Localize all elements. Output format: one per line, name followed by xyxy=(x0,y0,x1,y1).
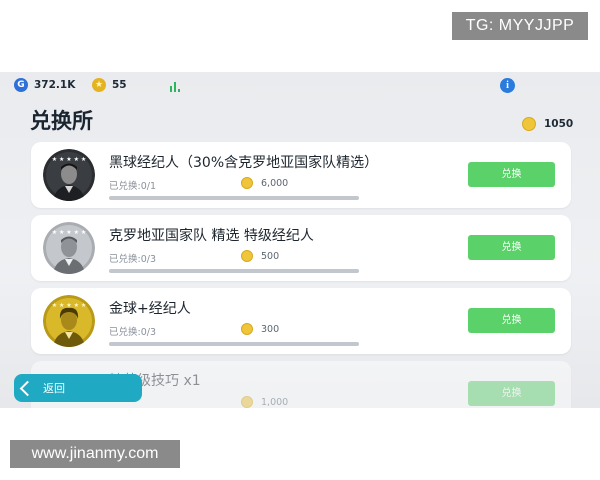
price: 300 xyxy=(241,323,279,335)
svg-text:★ ★ ★ ★ ★: ★ ★ ★ ★ ★ xyxy=(52,156,87,163)
signal-bars-icon[interactable] xyxy=(170,81,182,92)
progress-bar xyxy=(109,196,359,200)
coin-balance-value: 1050 xyxy=(544,118,574,130)
exchange-button[interactable]: 兑换 xyxy=(468,162,555,187)
redeem-count: 已兑换:0/3 xyxy=(109,327,156,338)
coin-icon xyxy=(241,250,253,262)
progress-bar xyxy=(109,269,359,273)
exchange-card-gold: ★ ★ ★ ★ ★ 金球+经纪人 已兑换:0/3 300 兑换 xyxy=(31,288,571,354)
price-value: 6,000 xyxy=(261,177,289,189)
svg-text:★ ★ ★ ★ ★: ★ ★ ★ ★ ★ xyxy=(52,229,87,236)
card-title: 黑球经纪人（30%含克罗地亚国家队精选） xyxy=(109,155,379,171)
exchange-card-silver: ★ ★ ★ ★ ★ 克罗地亚国家队 精选 特级经纪人 已兑换:0/3 500 兑… xyxy=(31,215,571,281)
svg-text:★ ★ ★ ★ ★: ★ ★ ★ ★ ★ xyxy=(52,302,87,309)
redeem-count: 已兑换:0/3 xyxy=(109,254,156,265)
gp-currency: G 372.1K xyxy=(14,78,75,92)
watermark-top: TG: MYYJJPP xyxy=(452,12,588,40)
coin-icon xyxy=(241,323,253,335)
price: 6,000 xyxy=(241,177,288,189)
redeem-count: 已兑换:0/1 xyxy=(109,181,156,192)
star-coin-icon: ★ xyxy=(92,78,106,92)
coin-icon xyxy=(241,177,253,189)
agent-avatar-gold: ★ ★ ★ ★ ★ xyxy=(43,295,95,347)
card-title: 金球+经纪人 xyxy=(109,301,191,317)
coins-currency: ★ 55 xyxy=(92,78,127,92)
back-button[interactable]: 返回 xyxy=(14,374,142,402)
card-title: 克罗地亚国家队 精选 特级经纪人 xyxy=(109,228,314,244)
back-label: 返回 xyxy=(43,382,65,395)
page-title: 兑换所 xyxy=(30,109,93,133)
progress-bar xyxy=(109,342,359,346)
exchange-button[interactable]: 兑换 xyxy=(468,381,555,406)
exchange-button[interactable]: 兑换 xyxy=(468,235,555,260)
coin-balance: 1050 xyxy=(522,117,573,131)
coin-icon xyxy=(241,396,253,408)
exchange-screen: G 372.1K ★ 55 i 兑换所 1050 ★ ★ ★ ★ ★ 黑球经纪人… xyxy=(0,72,600,408)
gp-value: 372.1K xyxy=(34,79,76,91)
price-value: 500 xyxy=(261,250,280,262)
coin-icon xyxy=(522,117,536,131)
agent-avatar-black: ★ ★ ★ ★ ★ xyxy=(43,149,95,201)
exchange-button[interactable]: 兑换 xyxy=(468,308,555,333)
agent-avatar-silver: ★ ★ ★ ★ ★ xyxy=(43,222,95,274)
price-value: 300 xyxy=(261,323,280,335)
watermark-bottom: www.jinanmy.com xyxy=(10,440,180,468)
price: 1,000 xyxy=(241,396,288,408)
price-value: 1,000 xyxy=(261,396,289,408)
top-bar: G 372.1K ★ 55 i xyxy=(0,72,600,98)
info-icon[interactable]: i xyxy=(500,78,515,93)
chevron-left-icon xyxy=(19,380,36,396)
coins-value: 55 xyxy=(112,79,127,91)
gp-icon: G xyxy=(14,78,28,92)
exchange-card-black: ★ ★ ★ ★ ★ 黑球经纪人（30%含克罗地亚国家队精选） 已兑换:0/1 6… xyxy=(31,142,571,208)
price: 500 xyxy=(241,250,279,262)
